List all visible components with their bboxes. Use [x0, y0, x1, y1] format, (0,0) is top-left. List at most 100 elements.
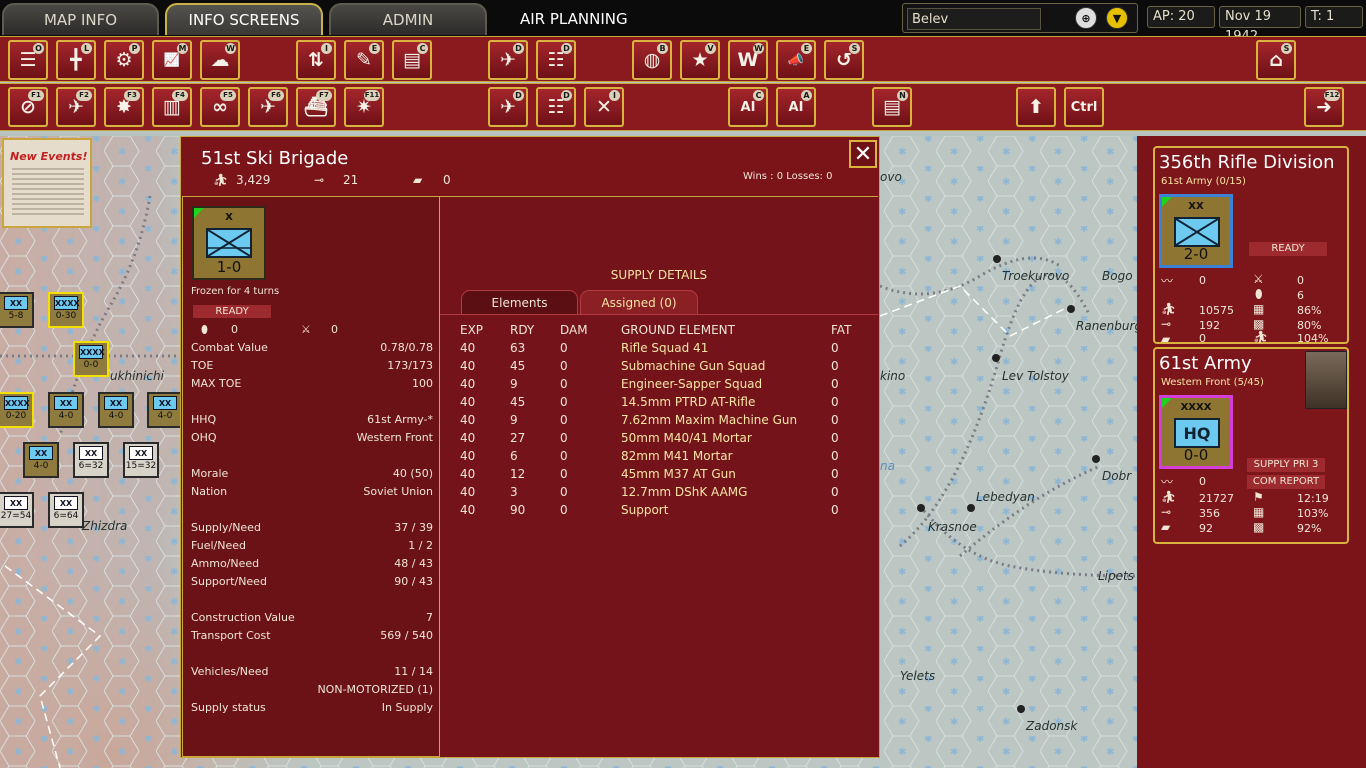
ai-production-icon: AI — [740, 99, 756, 115]
stat-label: Vehicles/Need — [191, 665, 269, 678]
table-row[interactable]: 40 63 0 Rifle Squad 41 0 — [440, 341, 878, 359]
column-header-fat[interactable]: FAT — [831, 323, 851, 337]
air-base-button[interactable]: ▤ N — [872, 87, 912, 127]
division-card[interactable]: 356th Rifle Division 61st Army (0/15) XX… — [1153, 146, 1349, 346]
tab-map-info[interactable]: MAP INFO — [2, 3, 159, 35]
map-unit-counter[interactable]: XXXX 0-0 — [73, 341, 109, 377]
production-button[interactable]: ⌂ S — [1256, 40, 1296, 80]
move-up-button[interactable]: ⬆ — [1016, 87, 1056, 127]
air-ground-button[interactable]: ✈ F2 — [56, 87, 96, 127]
air-interdict-button[interactable]: ✕ I — [584, 87, 624, 127]
map-unit-counter[interactable]: XXXX 0-20 — [0, 392, 34, 428]
map-unit-counter[interactable]: XX 6=32 — [73, 442, 109, 478]
column-header-rdy[interactable]: RDY — [510, 323, 534, 337]
air-naval-button[interactable]: ⛴ F7 — [296, 87, 336, 127]
ai-air-button[interactable]: AI A — [776, 87, 816, 127]
air-bomb-button[interactable]: ✸ F3 — [104, 87, 144, 127]
events-button[interactable]: ✎ E — [344, 40, 384, 80]
table-row[interactable]: 40 90 0 Support 0 — [440, 503, 878, 521]
cell-name: 12.7mm DShK AAMG — [621, 485, 748, 499]
search-target-icon[interactable]: ⊕ — [1075, 7, 1097, 29]
victory-star-button[interactable]: ★ V — [680, 40, 720, 80]
map-unit-counter[interactable]: XX 15=32 — [123, 442, 159, 478]
orders-list-button[interactable]: ☰ O — [8, 40, 48, 80]
announce-button[interactable]: 📣 E — [776, 40, 816, 80]
army-hq-counter[interactable]: XXXX HQ 0-0 — [1159, 395, 1233, 469]
next-arrow-button[interactable]: ➜ F12 — [1304, 87, 1344, 127]
air-city-button[interactable]: ▥ F4 — [152, 87, 192, 127]
ctrl-key-button[interactable]: Ctrl — [1064, 87, 1104, 127]
settings-gear-button[interactable]: ⚙ P — [104, 40, 144, 80]
map-unit-counter[interactable]: XX 6=64 — [48, 492, 84, 528]
men-icon: ⛹︎ — [213, 173, 229, 187]
air-recon-button[interactable]: ∞ F5 — [200, 87, 240, 127]
unit-list-button[interactable]: ╋ L — [56, 40, 96, 80]
map-unit-counter[interactable]: XXXX 0-30 — [48, 292, 84, 328]
gun-icon: ⊸ — [1161, 317, 1172, 331]
map-unit-counter[interactable]: XX 5-8 — [0, 292, 34, 328]
tab-info-screens[interactable]: INFO SCREENS — [165, 3, 323, 35]
air-unit-button[interactable]: ✈ D — [488, 87, 528, 127]
chart-button[interactable]: 📈 M — [152, 40, 192, 80]
ready-badge: READY — [1249, 242, 1327, 256]
weather-button[interactable]: ☁ W — [200, 40, 240, 80]
city-label: Lipets — [1098, 569, 1134, 583]
no-move-button[interactable]: ⊘ F1 — [8, 87, 48, 127]
tab-assigned[interactable]: Assigned (0) — [580, 290, 698, 314]
table-row[interactable]: 40 45 0 14.5mm PTRD AT-Rifle 0 — [440, 395, 878, 413]
table-row[interactable]: 40 12 0 45mm M37 AT Gun 0 — [440, 467, 878, 485]
hotkey-label: D — [561, 90, 572, 101]
division-counter[interactable]: XX 2-0 — [1159, 194, 1233, 268]
tank-count: 0 — [443, 173, 451, 187]
world-report-button[interactable]: ◍ B — [632, 40, 672, 80]
map-unit-counter[interactable]: XX 4-0 — [147, 392, 183, 428]
com-report-button[interactable]: COM REPORT — [1247, 475, 1325, 489]
unit-counter[interactable]: X 1-0 — [192, 206, 266, 280]
unit-value: 5-8 — [8, 311, 24, 321]
table-row[interactable]: 40 27 0 50mm M40/41 Mortar 0 — [440, 431, 878, 449]
crossed-swords-icon: ⚔ — [1253, 272, 1264, 286]
new-events-thumbnail[interactable]: New Events! — [2, 138, 92, 228]
table-row[interactable]: 40 6 0 82mm M41 Mortar 0 — [440, 449, 878, 467]
supply-priority-button[interactable]: SUPPLY PRI 3 — [1247, 458, 1325, 472]
commanders-button[interactable]: ▤ C — [392, 40, 432, 80]
air-group-list-button[interactable]: ☷ D — [536, 40, 576, 80]
column-header-dam[interactable]: DAM — [560, 323, 588, 337]
replay-button[interactable]: ↺ S — [824, 40, 864, 80]
map-unit-counter[interactable]: XX 4-0 — [98, 392, 134, 428]
drop-icon: ⬮ — [1255, 287, 1263, 301]
settings-gear-icon: ⚙ — [115, 48, 133, 71]
card-value: 6 — [1297, 289, 1304, 302]
map-unit-counter[interactable]: XX 4-0 — [48, 392, 84, 428]
map-unit-counter[interactable]: XX 27=54 — [0, 492, 34, 528]
column-header-ground-element[interactable]: GROUND ELEMENT — [621, 323, 735, 337]
table-row[interactable]: 40 9 0 Engineer-Sapper Squad 0 — [440, 377, 878, 395]
cell-rdy: 45 — [510, 359, 526, 373]
ground-explosion-button[interactable]: ✷ F11 — [344, 87, 384, 127]
filter-icon[interactable]: ▼ — [1106, 7, 1128, 29]
gun-count: 21 — [343, 173, 359, 187]
air-transport-button[interactable]: ✈ F6 — [248, 87, 288, 127]
supply-stack-icon: ▦ — [1253, 302, 1265, 316]
tab-elements[interactable]: Elements — [461, 290, 578, 314]
supply-details-link[interactable]: SUPPLY DETAILS — [440, 268, 878, 282]
war-report-button[interactable]: WW — [728, 40, 768, 80]
tab-divider — [440, 314, 878, 315]
attrition-arrows-button[interactable]: ⇅ I — [296, 40, 336, 80]
army-hq-card[interactable]: 61st Army Western Front (5/45) XXXX HQ 0… — [1153, 347, 1349, 544]
search-input[interactable] — [907, 8, 1041, 30]
hotkey-label: F7 — [316, 90, 332, 101]
table-row[interactable]: 40 3 0 12.7mm DShK AAMG 0 — [440, 485, 878, 503]
air-group-list-button[interactable]: ☷ D — [536, 87, 576, 127]
air-unit-button[interactable]: ✈ D — [488, 40, 528, 80]
map-unit-counter[interactable]: XX 4-0 — [23, 442, 59, 478]
tab-air-planning[interactable]: AIR PLANNING — [520, 10, 628, 28]
turn-number: T: 1 — [1305, 6, 1363, 28]
commander-portrait[interactable] — [1305, 351, 1347, 409]
tab-admin[interactable]: ADMIN — [329, 3, 487, 35]
table-row[interactable]: 40 45 0 Submachine Gun Squad 0 — [440, 359, 878, 377]
close-icon[interactable]: ✕ — [849, 140, 877, 168]
table-row[interactable]: 40 9 0 7.62mm Maxim Machine Gun 0 — [440, 413, 878, 431]
column-header-exp[interactable]: EXP — [460, 323, 483, 337]
ai-production-button[interactable]: AI C — [728, 87, 768, 127]
